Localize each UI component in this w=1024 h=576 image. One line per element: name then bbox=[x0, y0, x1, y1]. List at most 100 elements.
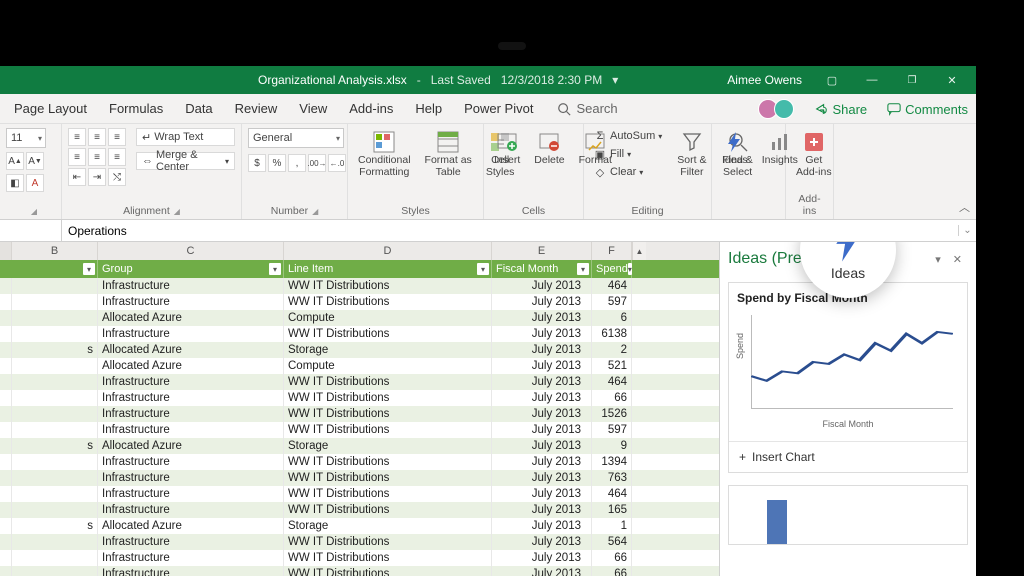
filter-spend[interactable]: Spend▾ bbox=[592, 260, 632, 278]
cell[interactable]: July 2013 bbox=[492, 422, 592, 438]
cell[interactable] bbox=[12, 310, 98, 326]
table-row[interactable]: Allocated AzureComputeJuly 20136 bbox=[0, 310, 719, 326]
cell[interactable]: Allocated Azure bbox=[98, 342, 284, 358]
font-color-button[interactable]: A bbox=[26, 174, 44, 192]
number-format-dropdown[interactable]: General bbox=[248, 128, 344, 148]
cell[interactable]: July 2013 bbox=[492, 470, 592, 486]
cell[interactable]: Allocated Azure bbox=[98, 358, 284, 374]
cell[interactable]: Infrastructure bbox=[98, 470, 284, 486]
cell[interactable]: July 2013 bbox=[492, 486, 592, 502]
cell[interactable]: Storage bbox=[284, 438, 492, 454]
cell[interactable]: Infrastructure bbox=[98, 406, 284, 422]
cell[interactable] bbox=[12, 550, 98, 566]
tab-power-pivot[interactable]: Power Pivot bbox=[454, 95, 543, 122]
cell[interactable] bbox=[12, 406, 98, 422]
table-row[interactable]: InfrastructureWW IT DistributionsJuly 20… bbox=[0, 566, 719, 576]
worksheet-grid[interactable]: B C D E F ▲ ▾ Group▾ Line Item▾ Fiscal M… bbox=[0, 242, 720, 576]
cell[interactable]: Storage bbox=[284, 518, 492, 534]
align-right-button[interactable]: ≡ bbox=[108, 148, 126, 166]
increase-decimal-button[interactable]: .00→ bbox=[308, 154, 326, 172]
table-row[interactable]: InfrastructureWW IT DistributionsJuly 20… bbox=[0, 374, 719, 390]
delete-cells-button[interactable]: Delete bbox=[530, 128, 568, 169]
cell[interactable]: July 2013 bbox=[492, 518, 592, 534]
tab-page-layout[interactable]: Page Layout bbox=[4, 95, 97, 122]
cell[interactable]: Allocated Azure bbox=[98, 310, 284, 326]
cell[interactable]: Infrastructure bbox=[98, 326, 284, 342]
align-middle-button[interactable]: ≡ bbox=[88, 128, 106, 146]
cell[interactable]: 66 bbox=[592, 566, 632, 576]
cell[interactable]: s bbox=[12, 342, 98, 358]
table-row[interactable]: InfrastructureWW IT DistributionsJuly 20… bbox=[0, 326, 719, 342]
cell[interactable] bbox=[12, 502, 98, 518]
cell[interactable]: s bbox=[12, 438, 98, 454]
dialog-launcher-icon[interactable]: ◢ bbox=[312, 207, 318, 216]
cell[interactable] bbox=[12, 454, 98, 470]
cell[interactable]: July 2013 bbox=[492, 342, 592, 358]
autosum-button[interactable]: ΣAutoSum▾ bbox=[590, 128, 665, 144]
col-header-e[interactable]: E bbox=[492, 242, 592, 260]
cell[interactable]: 464 bbox=[592, 374, 632, 390]
cell[interactable]: WW IT Distributions bbox=[284, 278, 492, 294]
ideas-card-1[interactable]: Spend by Fiscal Month Spend Fiscal Month… bbox=[728, 282, 968, 473]
cell[interactable]: July 2013 bbox=[492, 502, 592, 518]
cell[interactable]: Infrastructure bbox=[98, 374, 284, 390]
filter-button[interactable]: ▾ bbox=[12, 260, 98, 278]
cell[interactable]: 464 bbox=[592, 278, 632, 294]
merge-center-button[interactable]: ⇔Merge & Center▾ bbox=[136, 152, 235, 170]
accounting-format-button[interactable]: $ bbox=[248, 154, 266, 172]
orientation-button[interactable]: ⤭ bbox=[108, 168, 126, 186]
col-header-c[interactable]: C bbox=[98, 242, 284, 260]
table-row[interactable]: InfrastructureWW IT DistributionsJuly 20… bbox=[0, 502, 719, 518]
cell[interactable]: July 2013 bbox=[492, 534, 592, 550]
name-box[interactable] bbox=[0, 220, 62, 241]
cell[interactable]: WW IT Distributions bbox=[284, 422, 492, 438]
cell[interactable]: 464 bbox=[592, 486, 632, 502]
increase-indent-button[interactable]: ⇥ bbox=[88, 168, 106, 186]
cell[interactable]: 1394 bbox=[592, 454, 632, 470]
tell-me-search[interactable]: Search bbox=[557, 101, 617, 116]
table-row[interactable]: InfrastructureWW IT DistributionsJuly 20… bbox=[0, 406, 719, 422]
fill-color-button[interactable]: ◧ bbox=[6, 174, 24, 192]
cell[interactable]: Infrastructure bbox=[98, 390, 284, 406]
cell[interactable] bbox=[12, 326, 98, 342]
table-row[interactable]: InfrastructureWW IT DistributionsJuly 20… bbox=[0, 390, 719, 406]
table-row[interactable]: InfrastructureWW IT DistributionsJuly 20… bbox=[0, 294, 719, 310]
cell[interactable]: WW IT Distributions bbox=[284, 502, 492, 518]
cell[interactable] bbox=[12, 566, 98, 576]
insert-chart-button[interactable]: Insert Chart bbox=[729, 441, 967, 472]
decrease-decimal-button[interactable]: ←.0 bbox=[328, 154, 346, 172]
sort-filter-button[interactable]: Sort & Filter bbox=[673, 128, 710, 180]
cell[interactable] bbox=[12, 486, 98, 502]
cell[interactable]: 66 bbox=[592, 550, 632, 566]
cell[interactable]: Infrastructure bbox=[98, 550, 284, 566]
table-row[interactable]: InfrastructureWW IT DistributionsJuly 20… bbox=[0, 454, 719, 470]
cell[interactable]: 597 bbox=[592, 422, 632, 438]
cell[interactable]: July 2013 bbox=[492, 454, 592, 470]
cell[interactable]: 165 bbox=[592, 502, 632, 518]
ribbon-display-options-icon[interactable]: ▢ bbox=[812, 74, 852, 87]
cell[interactable]: s bbox=[12, 518, 98, 534]
table-row[interactable]: Allocated AzureComputeJuly 2013521 bbox=[0, 358, 719, 374]
cell[interactable] bbox=[12, 374, 98, 390]
col-header-d[interactable]: D bbox=[284, 242, 492, 260]
cell[interactable]: Storage bbox=[284, 342, 492, 358]
window-close-icon[interactable]: ✕ bbox=[932, 74, 972, 87]
cell[interactable] bbox=[12, 278, 98, 294]
cell[interactable]: Infrastructure bbox=[98, 534, 284, 550]
cell[interactable]: 763 bbox=[592, 470, 632, 486]
cell[interactable]: Infrastructure bbox=[98, 566, 284, 576]
cell[interactable]: WW IT Distributions bbox=[284, 406, 492, 422]
cell[interactable]: July 2013 bbox=[492, 294, 592, 310]
cell[interactable]: July 2013 bbox=[492, 406, 592, 422]
cell[interactable]: WW IT Distributions bbox=[284, 374, 492, 390]
filter-fiscal-month[interactable]: Fiscal Month▾ bbox=[492, 260, 592, 278]
fill-button[interactable]: ▣Fill▾ bbox=[590, 146, 665, 162]
cell[interactable]: WW IT Distributions bbox=[284, 534, 492, 550]
insert-cells-button[interactable]: Insert bbox=[490, 128, 524, 169]
cell[interactable]: 66 bbox=[592, 390, 632, 406]
tab-review[interactable]: Review bbox=[225, 95, 288, 122]
cell[interactable]: July 2013 bbox=[492, 278, 592, 294]
cell[interactable]: 521 bbox=[592, 358, 632, 374]
cell[interactable]: July 2013 bbox=[492, 438, 592, 454]
cell[interactable]: 1 bbox=[592, 518, 632, 534]
